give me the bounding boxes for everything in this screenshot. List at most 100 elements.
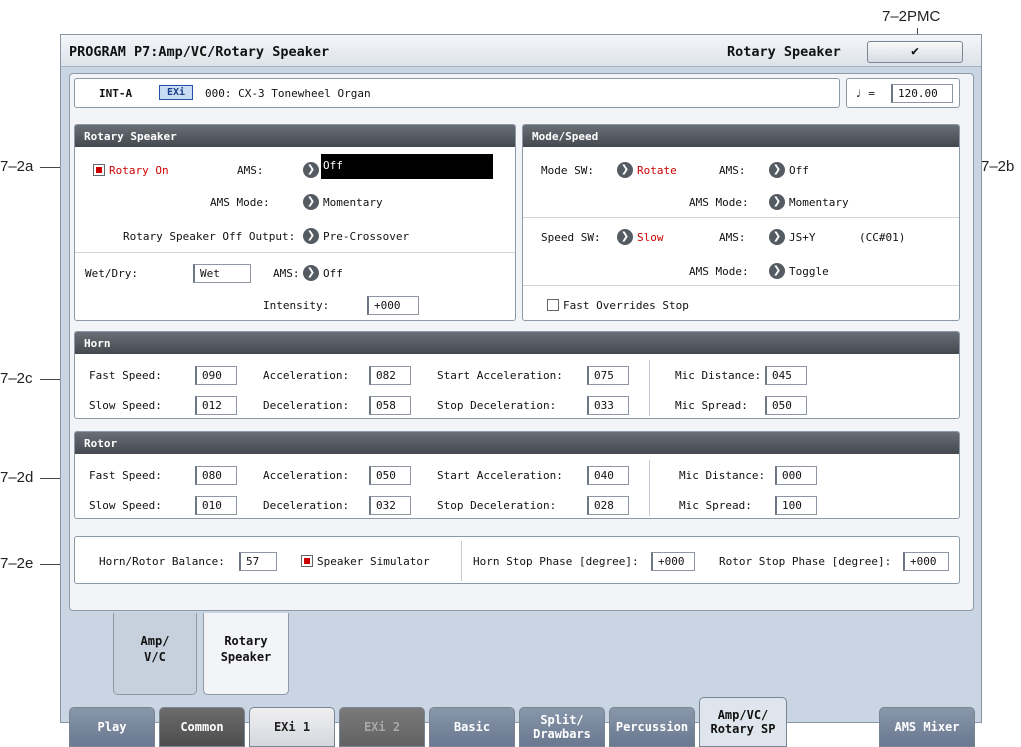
mode-speed-header: Mode/Speed [523,125,959,147]
rotor-fast-speed-label: Fast Speed: [89,469,162,482]
tab-label: Percussion [615,720,689,734]
rotor-stop-decel-label: Stop Deceleration: [437,499,557,512]
tab-amp-vc-rotary-sp[interactable]: Amp/VC/Rotary SP [699,697,787,747]
rotor-section: Rotor Fast Speed: 080 Acceleration: 050 … [74,431,960,519]
tab-rotary-speaker[interactable]: Rotary Speaker [203,613,289,695]
rotor-stop-decel-field[interactable]: 028 [587,496,629,515]
divider [461,541,462,581]
callout-pmc: 7–2PMC [882,8,941,25]
horn-section: Horn Fast Speed: 090 Acceleration: 082 S… [74,331,960,419]
arrow-icon[interactable]: ❯ [769,162,785,178]
tab-percussion[interactable]: Percussion [609,707,695,747]
intensity-field[interactable]: +000 [367,296,419,315]
rotor-fast-speed-field[interactable]: 080 [195,466,237,485]
horn-accel-field[interactable]: 082 [369,366,411,385]
arrow-icon[interactable]: ❯ [303,228,319,244]
horn-header: Horn [75,332,959,354]
callout-e: 7–2e [0,555,34,572]
tab-label: Amp/VC/ [717,708,769,722]
speaker-simulator-checkbox[interactable] [301,555,313,567]
tab-exi1[interactable]: EXi 1 [249,707,335,747]
off-output-label: Rotary Speaker Off Output: [123,230,296,243]
rotor-decel-field[interactable]: 032 [369,496,411,515]
tab-ams-mixer[interactable]: AMS Mixer [879,707,975,747]
rotor-slow-speed-label: Slow Speed: [89,499,162,512]
fast-overrides-checkbox[interactable] [547,299,559,311]
mode-ams-value[interactable]: Off [789,164,809,177]
horn-mic-spread-label: Mic Spread: [675,399,748,412]
arrow-icon[interactable]: ❯ [303,265,319,281]
tab-exi2[interactable]: EXi 2 [339,707,425,747]
horn-mic-dist-label: Mic Distance: [675,369,762,382]
rotor-mic-spread-field[interactable]: 100 [775,496,817,515]
horn-fast-speed-field[interactable]: 090 [195,366,237,385]
horn-mic-dist-field[interactable]: 045 [765,366,807,385]
mode-sw-value[interactable]: Rotate [637,164,677,177]
speed-ams-value[interactable]: JS+Y [789,231,816,244]
speed-sw-label: Speed SW: [541,231,601,244]
divider [75,252,515,253]
arrow-icon[interactable]: ❯ [769,229,785,245]
speed-ams-label: AMS: [719,231,746,244]
tab-common[interactable]: Common [159,707,245,747]
rotor-mic-dist-field[interactable]: 000 [775,466,817,485]
arrow-icon[interactable]: ❯ [617,229,633,245]
arrow-icon[interactable]: ❯ [303,162,319,178]
tempo-field[interactable]: 120.00 [891,84,953,103]
program-info-bar[interactable]: INT-A EXi 000: CX-3 Tonewheel Organ [74,78,840,108]
horn-decel-field[interactable]: 058 [369,396,411,415]
arrow-icon[interactable]: ❯ [769,194,785,210]
rotary-ams-mode-value[interactable]: Momentary [323,196,383,209]
rotary-on-checkbox[interactable] [93,164,105,176]
fast-overrides-label: Fast Overrides Stop [563,299,689,312]
lcd-screen: PROGRAM P7:Amp/VC/Rotary Speaker Rotary … [60,34,982,747]
wetdry-ams-value[interactable]: Off [323,267,343,280]
rotary-ams-value[interactable]: Off [321,154,493,179]
tab-label: Rotary [224,634,268,648]
tab-play[interactable]: Play [69,707,155,747]
tab-basic[interactable]: Basic [429,707,515,747]
tempo-note-icon: ♩ = [855,87,875,100]
speed-ams-cc: (CC#01) [859,231,906,244]
rotor-accel-label: Acceleration: [263,469,350,482]
off-output-value[interactable]: Pre-Crossover [323,230,409,243]
rotor-accel-field[interactable]: 050 [369,466,411,485]
tab-label: EXi 1 [273,720,311,734]
horn-stop-decel-label: Stop Deceleration: [437,399,557,412]
horn-stop-phase-field[interactable]: +000 [651,552,695,571]
rotor-stop-phase-label: Rotor Stop Phase [degree]: [719,555,892,568]
horn-fast-speed-label: Fast Speed: [89,369,162,382]
speed-sw-value[interactable]: Slow [637,231,664,244]
arrow-icon[interactable]: ❯ [769,263,785,279]
wetdry-field[interactable]: Wet [193,264,251,283]
horn-start-accel-field[interactable]: 075 [587,366,629,385]
mode-ams-mode-value[interactable]: Momentary [789,196,849,209]
horn-accel-label: Acceleration: [263,369,350,382]
horn-stop-decel-field[interactable]: 033 [587,396,629,415]
tab-split-drawbars[interactable]: Split/Drawbars [519,707,605,747]
horn-mic-spread-field[interactable]: 050 [765,396,807,415]
divider [649,360,650,416]
arrow-icon[interactable]: ❯ [617,162,633,178]
horn-stop-phase-label: Horn Stop Phase [degree]: [473,555,639,568]
balance-field[interactable]: 57 [239,552,277,571]
horn-slow-speed-field[interactable]: 012 [195,396,237,415]
tab-amp-vc[interactable]: Amp/V/C [113,613,197,695]
balance-label: Horn/Rotor Balance: [99,555,225,568]
arrow-icon[interactable]: ❯ [303,194,319,210]
tab-label: Play [97,720,127,734]
divider [523,217,959,218]
rotary-on-label: Rotary On [109,164,169,177]
speed-ams-mode-value[interactable]: Toggle [789,265,829,278]
rotor-stop-phase-field[interactable]: +000 [903,552,949,571]
tab-label: V/C [144,650,166,664]
main-panel: INT-A EXi 000: CX-3 Tonewheel Organ ♩ = … [69,73,974,611]
page-menu-button[interactable]: ✔ [867,41,963,63]
rotor-start-accel-field[interactable]: 040 [587,466,629,485]
rotor-decel-label: Deceleration: [263,499,350,512]
horn-decel-label: Deceleration: [263,399,350,412]
tab-label: Split/ [540,713,584,727]
rotary-speaker-section: Rotary Speaker Rotary On AMS: ❯ Off AMS … [74,124,516,321]
rotor-slow-speed-field[interactable]: 010 [195,496,237,515]
horn-slow-speed-label: Slow Speed: [89,399,162,412]
